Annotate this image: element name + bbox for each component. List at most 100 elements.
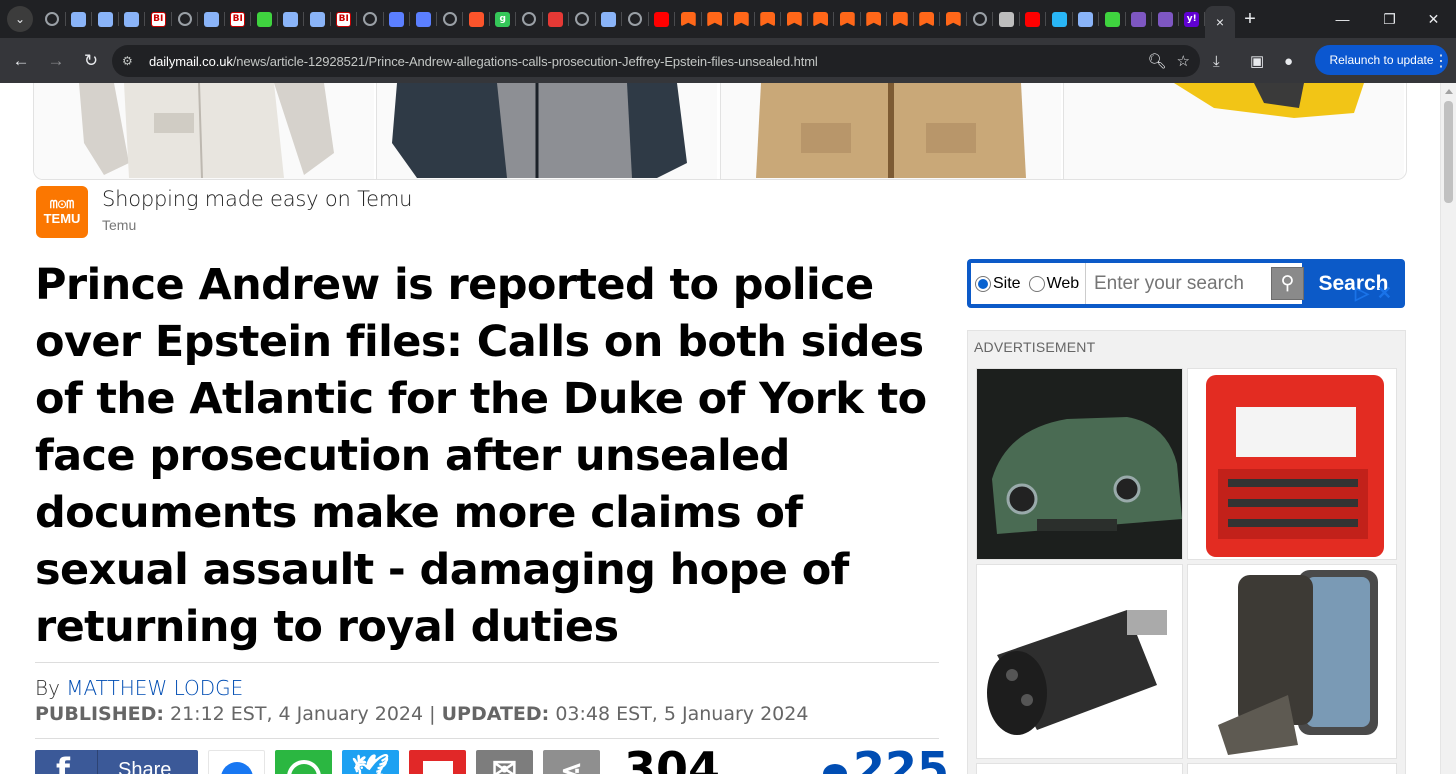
- search-input[interactable]: Enter your search: [1085, 263, 1261, 304]
- browser-tab[interactable]: [304, 0, 331, 38]
- search-icon[interactable]: ⚲: [1271, 267, 1304, 300]
- browser-tab[interactable]: y!: [1179, 0, 1206, 38]
- browser-tab[interactable]: [569, 0, 596, 38]
- browser-tab[interactable]: [463, 0, 490, 38]
- browser-tab[interactable]: [410, 0, 437, 38]
- browser-tab[interactable]: [437, 0, 464, 38]
- download-icon[interactable]: ⤓: [1213, 45, 1220, 77]
- comment-count-link[interactable]: 225: [823, 742, 949, 774]
- scrollbar-thumb[interactable]: [1444, 101, 1453, 203]
- browser-tab[interactable]: BI: [331, 0, 358, 38]
- browser-tab[interactable]: [384, 0, 411, 38]
- browser-tab[interactable]: [278, 0, 305, 38]
- profile-icon[interactable]: ●: [1284, 45, 1293, 77]
- browser-tab[interactable]: [1020, 0, 1047, 38]
- browser-tab[interactable]: [755, 0, 782, 38]
- browser-tab[interactable]: [940, 0, 967, 38]
- sponsored-product-strip[interactable]: [33, 83, 1407, 180]
- temu-logo[interactable]: ᗰ⊙ᗰ TEMU: [36, 186, 88, 238]
- sponsored-title[interactable]: Shopping made easy on Temu: [102, 187, 412, 211]
- browser-tab[interactable]: [596, 0, 623, 38]
- star-icon[interactable]: ☆: [1177, 52, 1190, 70]
- messenger-share-button[interactable]: [208, 750, 265, 774]
- reload-icon[interactable]: ↻: [74, 44, 108, 78]
- browser-tab[interactable]: [993, 0, 1020, 38]
- ad-item-tool-kit[interactable]: [1187, 368, 1397, 560]
- browser-tab[interactable]: BI: [145, 0, 172, 38]
- author-link[interactable]: MATTHEW LODGE: [66, 676, 243, 700]
- browser-tab[interactable]: BI: [225, 0, 252, 38]
- scroll-up-icon[interactable]: [1445, 89, 1453, 94]
- forward-arrow-icon[interactable]: →: [39, 44, 73, 78]
- radio-web-indicator[interactable]: [1028, 275, 1045, 292]
- browser-tab[interactable]: [516, 0, 543, 38]
- browser-tab[interactable]: [66, 0, 93, 38]
- radio-site[interactable]: Site: [975, 275, 1021, 293]
- vertical-scrollbar[interactable]: [1440, 83, 1456, 774]
- browser-tab[interactable]: [543, 0, 570, 38]
- chevron-down-icon[interactable]: ⌄: [7, 6, 33, 32]
- product-white-jacket[interactable]: [34, 83, 378, 179]
- url-text[interactable]: dailymail.co.uk/news/article-12928521/Pr…: [149, 54, 818, 69]
- browser-tab[interactable]: [808, 0, 835, 38]
- address-bar[interactable]: ⚙ dailymail.co.uk/news/article-12928521/…: [112, 45, 1200, 77]
- email-share-button[interactable]: ✉: [476, 750, 533, 774]
- browser-tab[interactable]: [92, 0, 119, 38]
- whatsapp-share-button[interactable]: [275, 750, 332, 774]
- zoom-icon[interactable]: 🔍︎: [1148, 52, 1167, 70]
- browser-tab[interactable]: [728, 0, 755, 38]
- product-blue-jacket[interactable]: [377, 83, 721, 179]
- active-tab[interactable]: ×: [1205, 6, 1235, 38]
- browser-tab[interactable]: [1073, 0, 1100, 38]
- product-yellow-item[interactable]: [1063, 83, 1406, 179]
- radio-web[interactable]: Web: [1028, 275, 1079, 293]
- close-tab-icon[interactable]: ×: [1216, 14, 1224, 30]
- browser-tab[interactable]: [834, 0, 861, 38]
- radio-site-indicator[interactable]: [975, 275, 991, 292]
- browser-tab[interactable]: [649, 0, 676, 38]
- product-khaki-jacket[interactable]: [720, 83, 1064, 179]
- mic-icon: [548, 11, 564, 27]
- twitter-share-button[interactable]: 🕊︎: [342, 750, 399, 774]
- browser-tab[interactable]: [914, 0, 941, 38]
- ad-item-partial[interactable]: [1187, 763, 1397, 774]
- browser-tab[interactable]: [1046, 0, 1073, 38]
- flipboard-share-button[interactable]: [409, 750, 466, 774]
- browser-tab[interactable]: [781, 0, 808, 38]
- browser-tab[interactable]: [198, 0, 225, 38]
- browser-tab[interactable]: [967, 0, 994, 38]
- side-panel-icon[interactable]: ▣: [1250, 45, 1264, 77]
- ad-item-nozzle[interactable]: [976, 564, 1183, 759]
- ad-close-icon[interactable]: ✕: [1377, 283, 1392, 304]
- ad-item-green-car[interactable]: [976, 368, 1183, 560]
- browser-tab[interactable]: [861, 0, 888, 38]
- maximize-button[interactable]: ❐: [1367, 0, 1412, 38]
- adchoices-icon[interactable]: ▷: [1355, 283, 1369, 304]
- browser-tab[interactable]: [251, 0, 278, 38]
- browser-tab[interactable]: [702, 0, 729, 38]
- browser-tab[interactable]: [622, 0, 649, 38]
- ad-item-partial[interactable]: [976, 763, 1183, 774]
- new-tab-button[interactable]: +: [1235, 8, 1265, 31]
- browser-tab[interactable]: [887, 0, 914, 38]
- browser-tab[interactable]: [39, 0, 66, 38]
- browser-tab[interactable]: [675, 0, 702, 38]
- browser-tab[interactable]: [1099, 0, 1126, 38]
- browser-tab[interactable]: [357, 0, 384, 38]
- site-info-icon[interactable]: ⚙: [122, 54, 140, 68]
- browser-tab[interactable]: g: [490, 0, 517, 38]
- page-viewport: ᗰ⊙ᗰ TEMU Shopping made easy on Temu Temu…: [0, 83, 1440, 774]
- browser-tab[interactable]: [172, 0, 199, 38]
- minimize-button[interactable]: —: [1320, 0, 1365, 38]
- facebook-share-button[interactable]: f Share: [35, 750, 198, 774]
- back-arrow-icon[interactable]: ←: [4, 44, 38, 78]
- close-window-button[interactable]: ✕: [1411, 0, 1456, 38]
- browser-tab[interactable]: [1126, 0, 1153, 38]
- url-host: dailymail.co.uk: [149, 53, 233, 69]
- relaunch-button[interactable]: Relaunch to update: [1315, 45, 1448, 75]
- browser-tab[interactable]: [119, 0, 146, 38]
- kebab-menu-icon[interactable]: ⋮: [1433, 45, 1449, 77]
- ad-item-phone-case[interactable]: [1187, 564, 1397, 759]
- more-share-button[interactable]: ⋖: [543, 750, 600, 774]
- browser-tab[interactable]: [1152, 0, 1179, 38]
